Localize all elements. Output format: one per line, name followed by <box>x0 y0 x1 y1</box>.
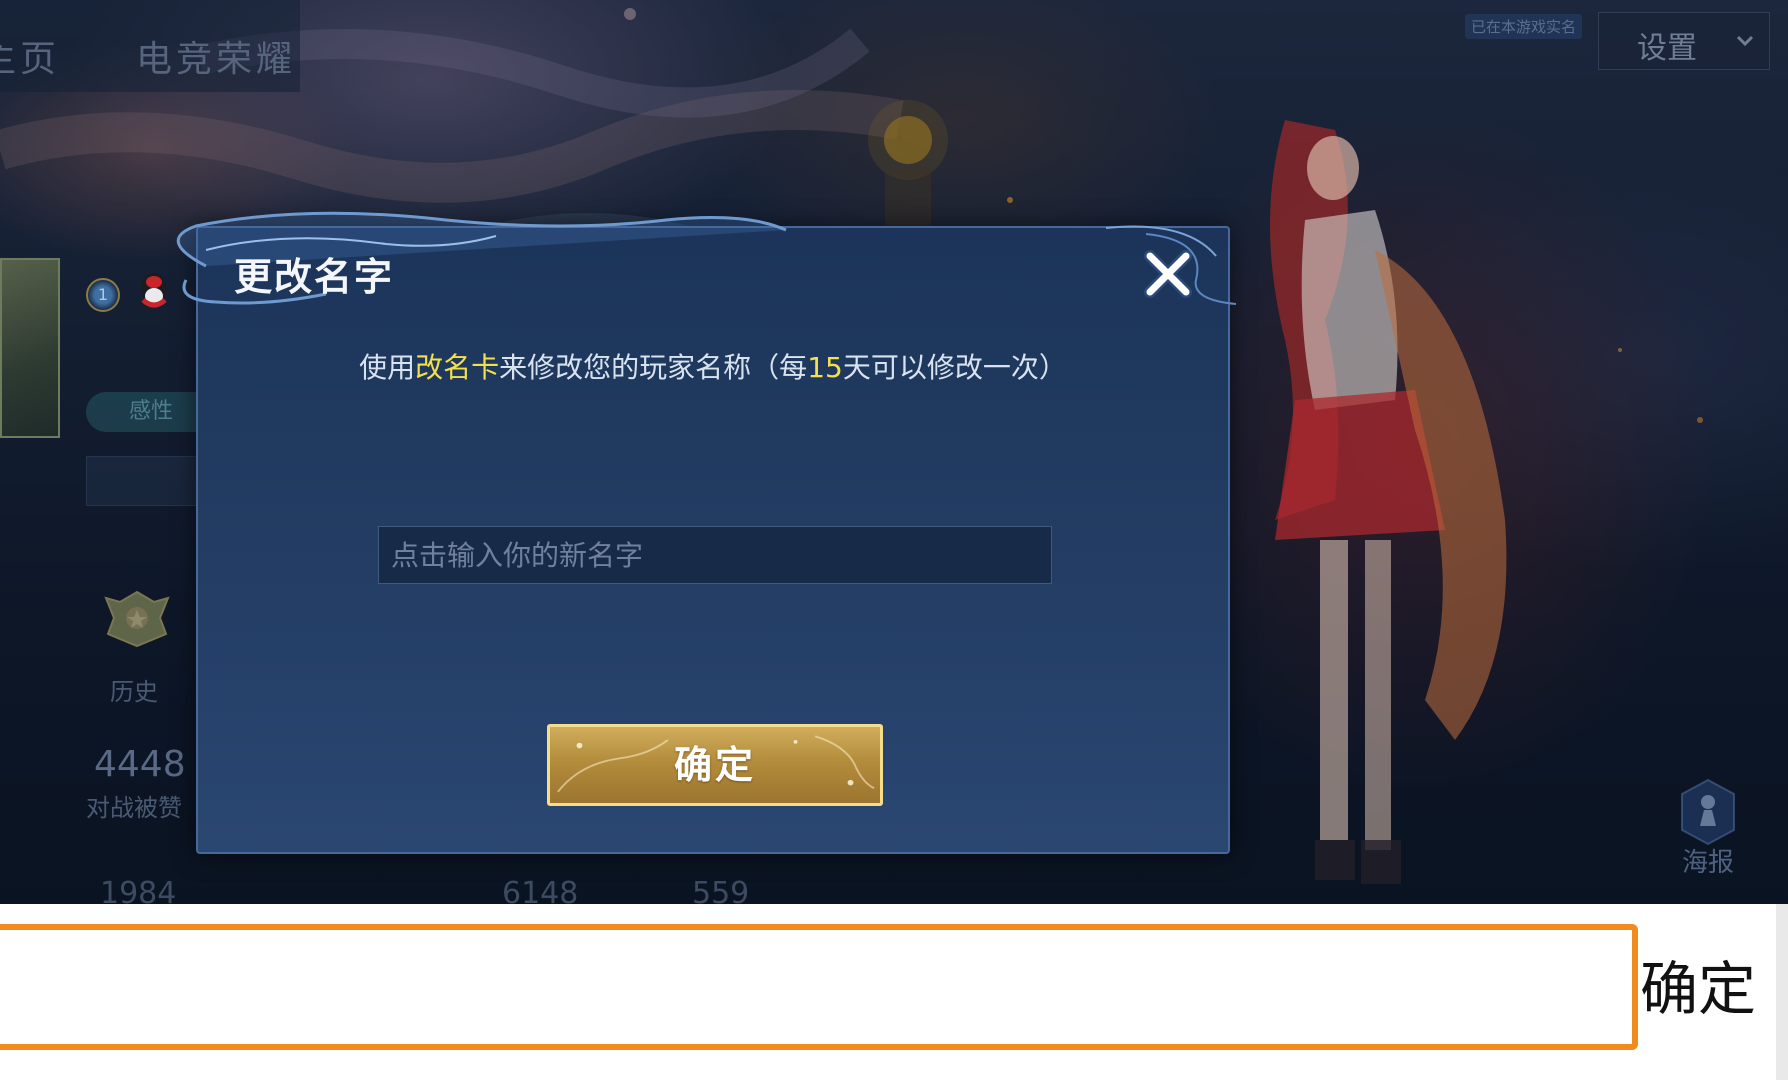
edge-strip <box>1776 904 1788 1080</box>
rename-card-highlight: 改名卡 <box>415 351 500 384</box>
verified-badge: 已在本游戏实名 <box>1465 14 1583 39</box>
hero-character-art <box>1270 120 1507 884</box>
chevron-down-icon <box>1736 35 1754 47</box>
history-label: 历史 <box>110 678 158 706</box>
desc-prefix: 使用 <box>359 351 416 384</box>
stat-likes-value: 4448 <box>94 744 186 785</box>
dialog-description: 使用改名卡来修改您的玩家名称（每15天可以修改一次） <box>198 346 1228 386</box>
screen: 主页 电竞荣耀 已在本游戏实名 设置 1 感性 历史 4448 对战被赞 198… <box>0 0 1788 1080</box>
text-entry-bar: 确定 <box>0 904 1776 1080</box>
nav-tab-home[interactable]: 主页 <box>0 30 60 82</box>
stat-value: 559 <box>692 876 750 904</box>
desc-middle: 来修改您的玩家名称（每 <box>499 351 808 384</box>
confirm-button[interactable]: 确定 <box>547 724 883 806</box>
rank-emblem-icon <box>104 590 170 648</box>
dialog-title: 更改名字 <box>234 255 395 299</box>
level-badge: 1 <box>86 278 120 312</box>
new-name-input[interactable] <box>378 526 1052 584</box>
stat-likes-label: 对战被赞 <box>86 794 182 822</box>
settings-dropdown[interactable]: 设置 <box>1598 12 1770 70</box>
stat-value: 1984 <box>100 876 177 904</box>
stat-value: 6148 <box>502 876 579 904</box>
nav-tab-esports[interactable]: 电竞荣耀 <box>136 30 296 82</box>
rename-dialog: 更改名字 使用改名卡来修改您的玩家名称（每15天可以修改一次） 确定 <box>176 211 1237 854</box>
close-icon[interactable] <box>1138 244 1198 304</box>
poster-label: 海报 <box>1681 848 1734 878</box>
days-highlight: 15 <box>807 351 843 384</box>
profile-bar <box>86 456 208 506</box>
qq-icon <box>141 273 167 308</box>
desc-suffix: 天可以修改一次） <box>842 351 1067 384</box>
confirm-label: 确定 <box>673 743 756 787</box>
overlay-confirm-button[interactable]: 确定 <box>1640 944 1770 1034</box>
overlay-text-input[interactable] <box>0 924 1638 1050</box>
settings-label: 设置 <box>1637 31 1697 66</box>
avatar[interactable] <box>0 258 60 438</box>
poster-button[interactable]: 海报 <box>1672 778 1744 888</box>
poster-icon <box>1681 778 1735 846</box>
